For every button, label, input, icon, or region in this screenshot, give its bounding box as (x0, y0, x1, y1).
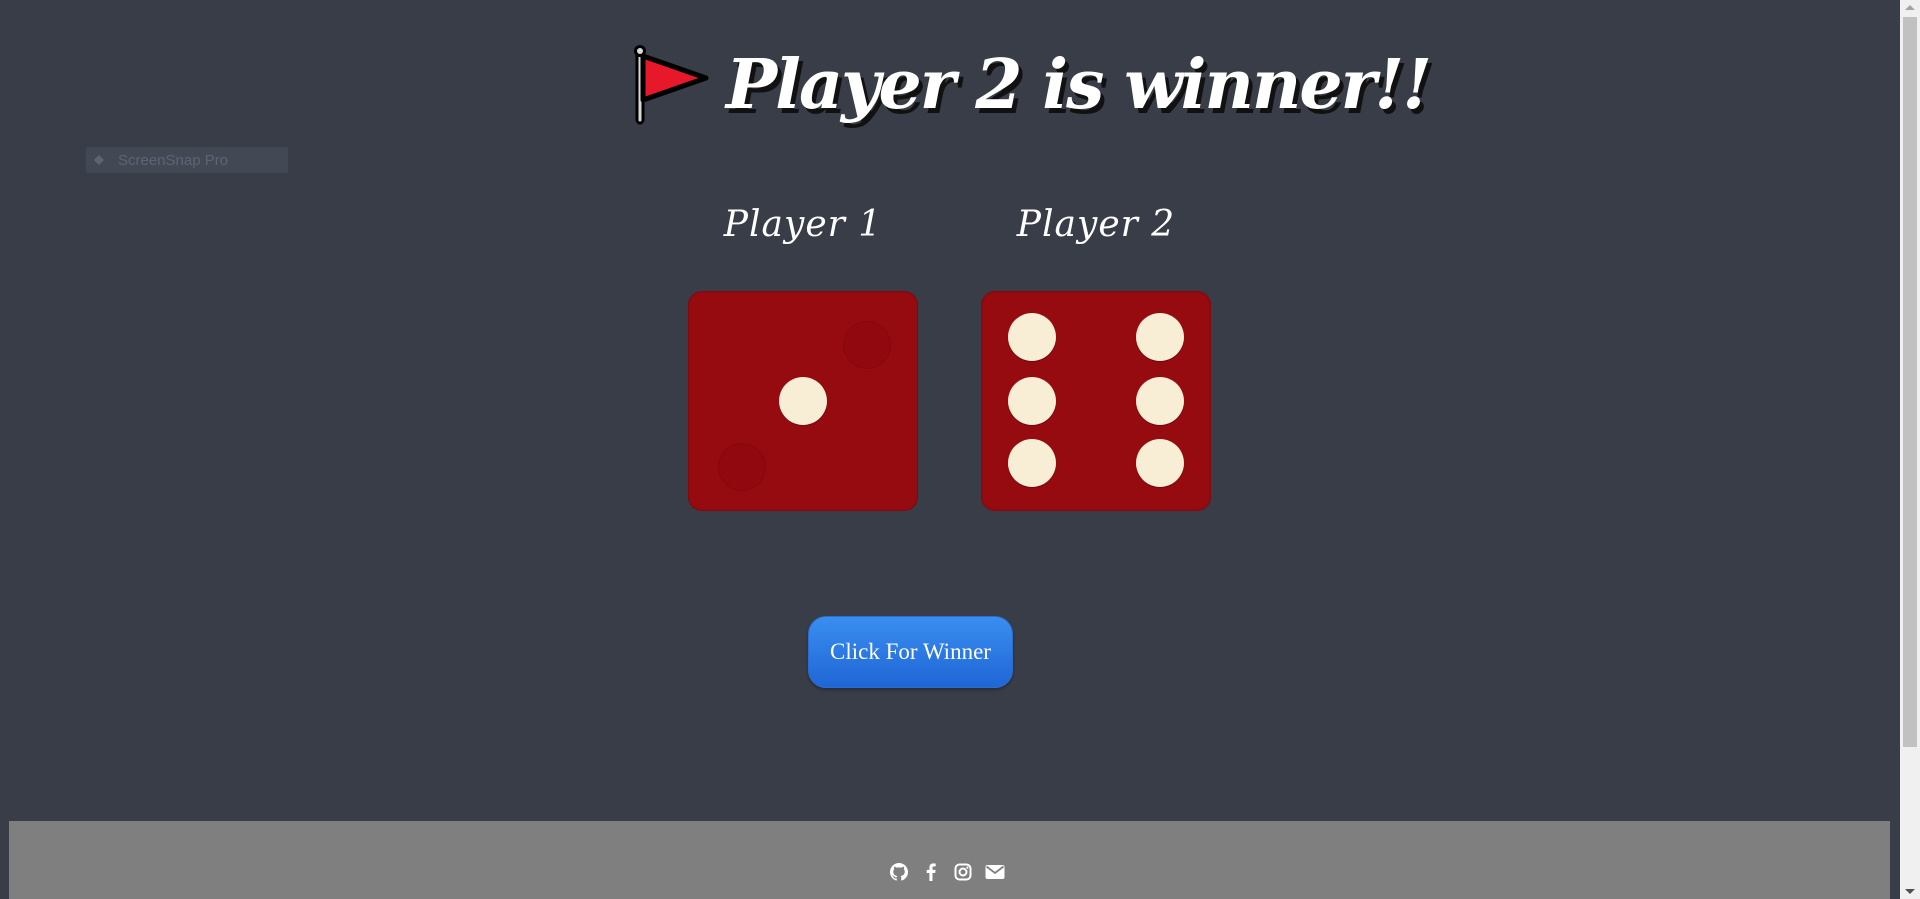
die-pip (1008, 377, 1056, 425)
instagram-icon[interactable] (953, 862, 973, 882)
social-links (889, 862, 1005, 882)
scroll-up-arrow-icon[interactable] (1905, 5, 1915, 10)
winner-heading: Player 2 is winner!! (626, 40, 1432, 130)
player-1-die (688, 291, 918, 511)
red-flag-icon (634, 45, 709, 125)
player-1-label: Player 1 (723, 204, 883, 245)
faint-pip (843, 321, 891, 369)
footer (9, 821, 1890, 899)
vertical-scrollbar[interactable] (1900, 0, 1920, 899)
player-2-panel: Player 2 (981, 200, 1211, 511)
facebook-icon[interactable] (921, 862, 941, 882)
die-pip (1136, 377, 1184, 425)
die-pip (779, 377, 827, 425)
faint-pip (718, 443, 766, 491)
player-2-label: Player 2 (1016, 204, 1176, 245)
player-1-panel: Player 1 (688, 200, 918, 511)
die-pip (1136, 439, 1184, 487)
ghost-widget-icon (94, 155, 104, 165)
player-2-die (981, 291, 1211, 511)
scroll-down-arrow-icon[interactable] (1905, 889, 1915, 894)
die-pip (1136, 313, 1184, 361)
click-for-winner-button[interactable]: Click For Winner (808, 616, 1013, 688)
die-pip (1008, 313, 1056, 361)
envelope-icon[interactable] (985, 862, 1005, 882)
ghost-overlay-widget: ScreenSnap Pro (86, 147, 288, 173)
winner-title: Player 2 is winner!! (726, 45, 1432, 125)
scrollbar-thumb[interactable] (1903, 17, 1917, 747)
github-icon[interactable] (889, 862, 909, 882)
ghost-widget-text: ScreenSnap Pro (118, 151, 229, 169)
dice-game-page: Player 2 is winner!! ScreenSnap Pro Play… (0, 0, 1920, 899)
die-pip (1008, 439, 1056, 487)
